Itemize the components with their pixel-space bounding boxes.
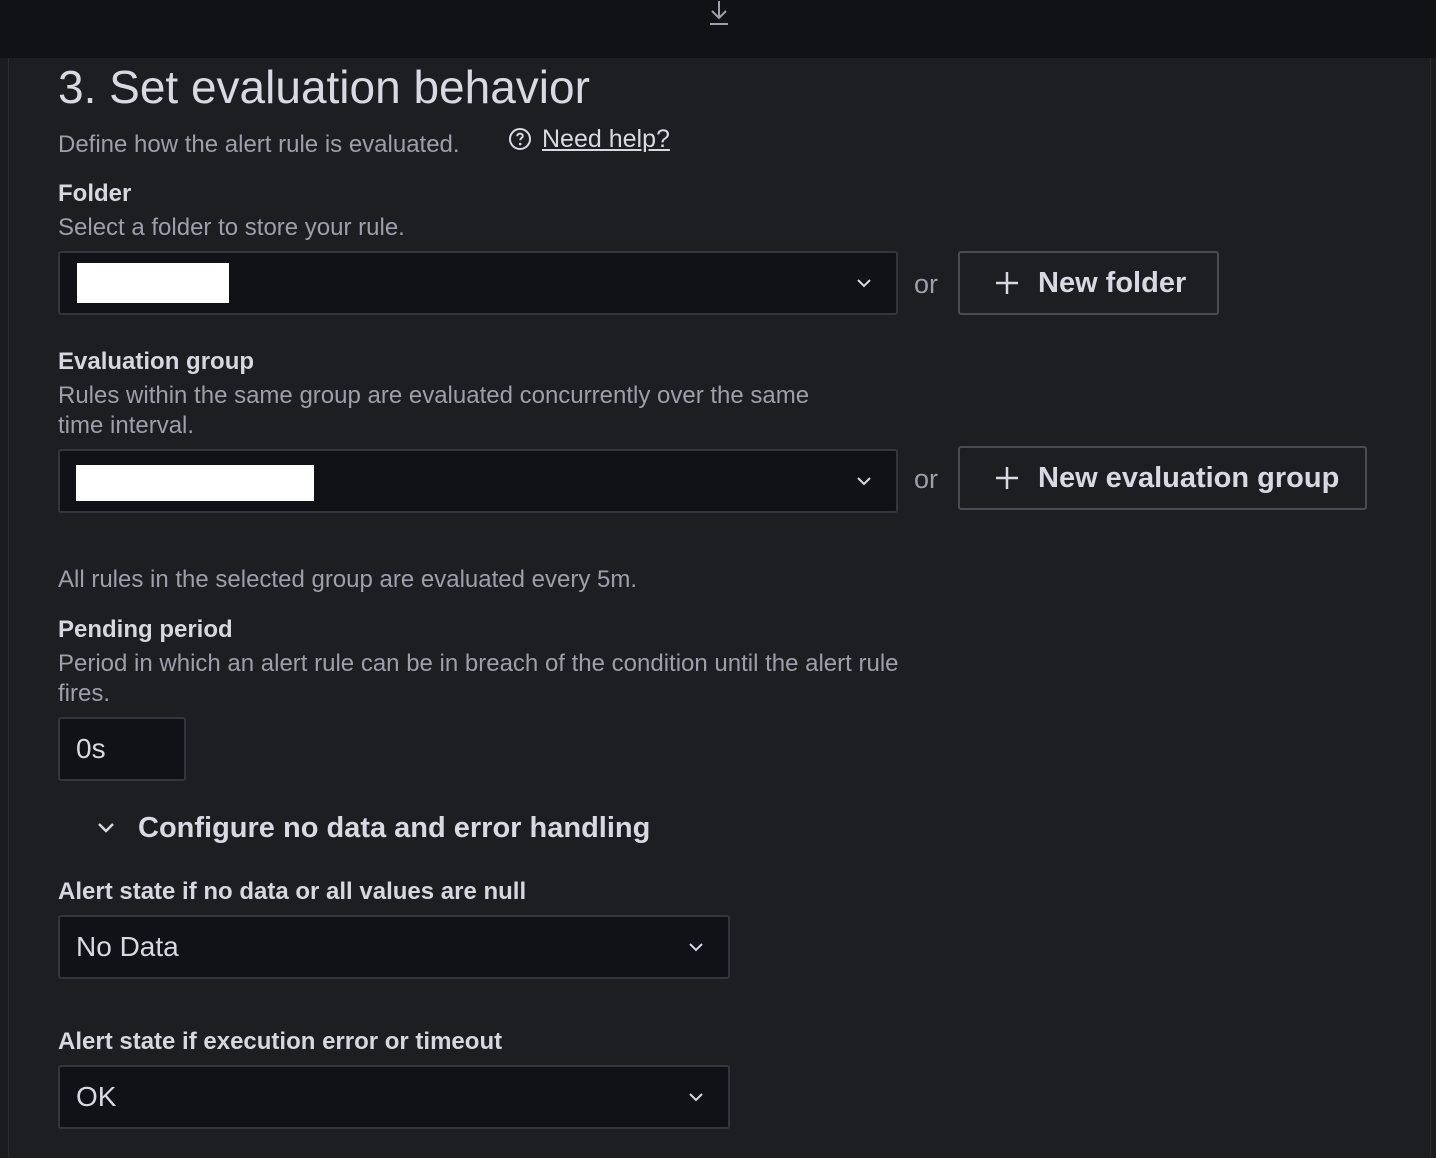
chevron-down-icon bbox=[689, 1093, 703, 1102]
chevron-down-icon bbox=[98, 823, 114, 833]
plus-icon bbox=[996, 272, 1018, 294]
evaluation-group-label: Evaluation group bbox=[58, 348, 255, 375]
chevron-down-icon bbox=[857, 477, 871, 486]
section-title: 3. Set evaluation behavior bbox=[58, 61, 590, 113]
plus-icon bbox=[996, 467, 1018, 489]
new-folder-button[interactable]: New folder bbox=[958, 251, 1219, 315]
pending-period-value: 0s bbox=[76, 733, 106, 764]
need-help-link[interactable]: Need help? bbox=[542, 124, 670, 154]
no-data-state-label: Alert state if no data or all values are… bbox=[58, 878, 527, 905]
or-text: or bbox=[914, 464, 939, 494]
redacted-group-value bbox=[76, 465, 314, 501]
folder-label: Folder bbox=[58, 180, 132, 207]
pending-period-label: Pending period bbox=[58, 616, 233, 643]
exec-error-state-value: OK bbox=[76, 1081, 117, 1112]
error-handling-toggle-label: Configure no data and error handling bbox=[138, 812, 651, 844]
evaluation-group-description-1: Rules within the same group are evaluate… bbox=[58, 382, 810, 409]
group-interval-note: All rules in the selected group are eval… bbox=[58, 566, 637, 593]
or-text: or bbox=[914, 269, 939, 299]
exec-error-state-select[interactable]: OK bbox=[58, 1065, 730, 1129]
evaluation-group-description-2: time interval. bbox=[58, 412, 195, 439]
help-circle-icon bbox=[509, 128, 531, 150]
pending-period-description-2: fires. bbox=[58, 680, 111, 707]
download-icon[interactable] bbox=[707, 0, 731, 26]
new-folder-label: New folder bbox=[1038, 266, 1187, 299]
no-data-state-select[interactable]: No Data bbox=[58, 915, 730, 979]
evaluation-group-select[interactable] bbox=[58, 449, 898, 513]
pending-period-input[interactable]: 0s bbox=[58, 717, 186, 781]
error-handling-toggle[interactable]: Configure no data and error handling bbox=[96, 810, 650, 846]
folder-description: Select a folder to store your rule. bbox=[58, 214, 405, 241]
redacted-folder-value bbox=[77, 263, 229, 303]
pending-period-description-1: Period in which an alert rule can be in … bbox=[58, 650, 899, 677]
new-evaluation-group-button[interactable]: New evaluation group bbox=[958, 446, 1367, 510]
chevron-down-icon bbox=[689, 943, 703, 952]
exec-error-state-label: Alert state if execution error or timeou… bbox=[58, 1028, 503, 1055]
top-toolbar bbox=[0, 0, 1436, 58]
new-evaluation-group-label: New evaluation group bbox=[1038, 461, 1340, 494]
chevron-down-icon bbox=[857, 279, 871, 288]
section-description: Define how the alert rule is evaluated. bbox=[58, 131, 460, 158]
folder-select[interactable] bbox=[58, 251, 898, 315]
no-data-state-value: No Data bbox=[76, 931, 179, 962]
